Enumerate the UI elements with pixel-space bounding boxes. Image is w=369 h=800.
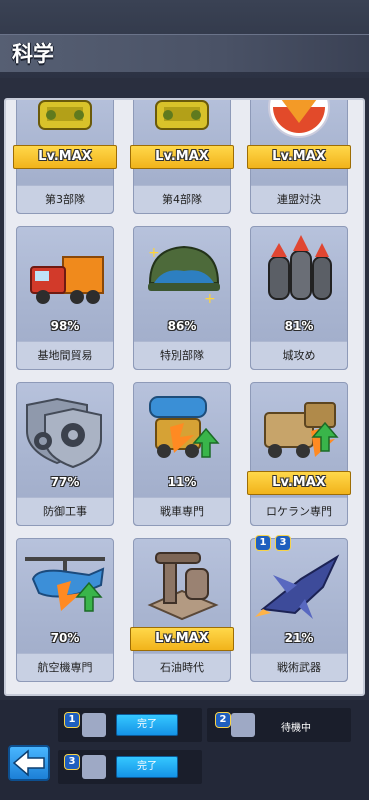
- tech-card-3rd-squad[interactable]: Lv.MAX 第3部隊: [13, 100, 117, 214]
- tech-name: 特別部隊: [134, 341, 230, 369]
- header: 科学: [0, 0, 369, 78]
- level-max-badge: Lv.MAX: [13, 145, 117, 169]
- tech-card-base-trade[interactable]: 98% 基地間貿易: [16, 226, 114, 370]
- oil-pump-icon: [147, 552, 219, 621]
- complete-button[interactable]: 完了: [116, 756, 178, 778]
- gear-shield-icon: [26, 397, 102, 469]
- truck-icon: [30, 256, 104, 304]
- progress-percent: 81%: [284, 319, 314, 333]
- progress-percent: 70%: [50, 631, 80, 645]
- tech-name: 第3部隊: [17, 185, 113, 213]
- svg-text:+: +: [204, 291, 216, 307]
- tech-card-4th-squad[interactable]: Lv.MAX 第4部隊: [130, 100, 234, 214]
- missiles-icon: [268, 235, 332, 300]
- tech-name: 第4部隊: [134, 185, 230, 213]
- queue-slot-1: 1 完了: [58, 708, 202, 742]
- tech-card-tank-specialty[interactable]: 11% 戦車専門: [133, 382, 231, 526]
- tech-name: ロケラン専門: [251, 497, 347, 525]
- tech-name: 防御工事: [17, 497, 113, 525]
- tech-name: 石油時代: [134, 653, 230, 681]
- tank-thumb-icon: [82, 713, 106, 737]
- tech-card-alliance-duel[interactable]: Lv.MAX 連盟対決: [247, 100, 351, 214]
- cannon-upgrade-icon: [149, 396, 220, 458]
- helmet-icon: + +: [148, 245, 220, 307]
- tech-name: 連盟対決: [251, 185, 347, 213]
- tech-name: 城攻め: [251, 341, 347, 369]
- tech-card-oil-era[interactable]: Lv.MAX 石油時代: [130, 538, 234, 682]
- tech-card-siege[interactable]: 81% 城攻め: [250, 226, 348, 370]
- slot-number: 3: [64, 754, 80, 770]
- progress-percent: 98%: [50, 319, 80, 333]
- arrow-left-icon: [12, 749, 45, 777]
- page-title: 科学: [12, 42, 54, 66]
- tech-card-rocket-launcher-specialty[interactable]: Lv.MAX ロケラン専門: [247, 382, 351, 526]
- tech-card-fortification[interactable]: 77% 防御工事: [16, 382, 114, 526]
- tech-card-aircraft-specialty[interactable]: 70% 航空機専門: [16, 538, 114, 682]
- complete-button[interactable]: 完了: [116, 714, 178, 736]
- science-panel: Lv.MAX 第3部隊 Lv.MAX 第4部隊 Lv.MAX 連盟対決 98% …: [4, 98, 365, 696]
- tech-name: 基地間貿易: [17, 341, 113, 369]
- jet-fighter-icon: [255, 554, 340, 619]
- tech-card-special-forces[interactable]: + + 86% 特別部隊: [133, 226, 231, 370]
- empty-thumb-icon: [231, 713, 255, 737]
- queue-badge-3: 3: [275, 535, 291, 551]
- rocket-launcher-icon: [264, 402, 339, 458]
- queue-slot-3: 3 完了: [58, 750, 202, 784]
- tech-name: 戦術武器: [251, 653, 347, 681]
- helicopter-thumb-icon: [82, 755, 106, 779]
- progress-percent: 21%: [284, 631, 314, 645]
- tech-name: 航空機専門: [17, 653, 113, 681]
- queue-slot-2: 2 待機中: [207, 708, 351, 742]
- title-band: [0, 34, 369, 72]
- level-max-badge: Lv.MAX: [130, 145, 234, 169]
- tech-grid: Lv.MAX 第3部隊 Lv.MAX 第4部隊 Lv.MAX 連盟対決 98% …: [6, 100, 363, 694]
- progress-percent: 77%: [50, 475, 80, 489]
- level-max-badge: Lv.MAX: [130, 627, 234, 651]
- tech-name: 戦車専門: [134, 497, 230, 525]
- helicopter-upgrade-icon: [25, 557, 105, 612]
- tech-card-tactical-weapons[interactable]: 1 3 21% 戦術武器: [250, 535, 348, 682]
- queue-badge-1: 1: [255, 535, 271, 551]
- progress-percent: 11%: [167, 475, 197, 489]
- level-max-badge: Lv.MAX: [247, 471, 351, 495]
- slot-number: 2: [215, 712, 231, 728]
- svg-text:+: +: [148, 245, 160, 261]
- progress-percent: 86%: [167, 319, 197, 333]
- level-max-badge: Lv.MAX: [247, 145, 351, 169]
- back-button[interactable]: [8, 745, 50, 781]
- slot-number: 1: [64, 712, 80, 728]
- waiting-status: 待機中: [281, 723, 311, 734]
